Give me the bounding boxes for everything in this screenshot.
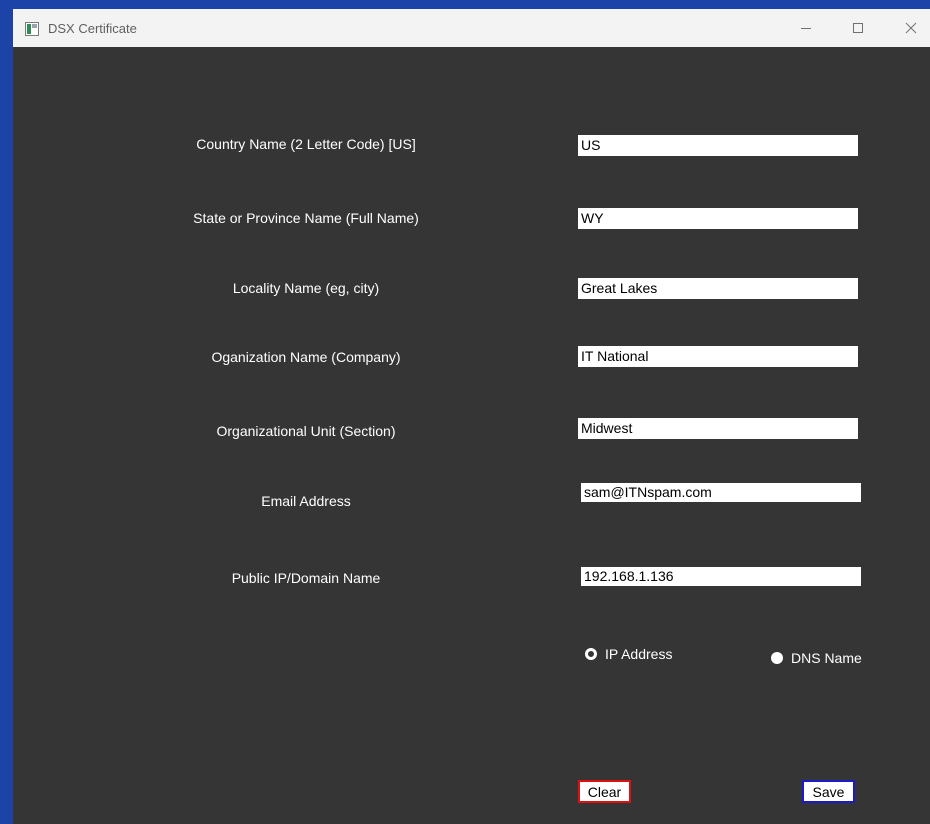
radio-ip-address-label: IP Address [605,646,673,662]
minimize-button[interactable] [783,9,829,47]
minimize-icon [800,22,812,34]
country-field[interactable] [578,135,858,156]
dsx-certificate-window: DSX Certificate Country Name (2 Letter C… [13,9,930,824]
window-frame-left [0,0,13,824]
organizational-unit-field[interactable] [578,418,858,439]
form-panel: Country Name (2 Letter Code) [US] State … [13,47,930,824]
radio-ip-address[interactable]: IP Address [585,646,672,662]
organizational-unit-label: Organizational Unit (Section) [216,423,396,439]
save-button[interactable]: Save [802,780,855,803]
window-app-icon [25,21,39,36]
locality-label: Locality Name (eg, city) [232,280,380,296]
locality-field[interactable] [578,278,858,299]
title-bar[interactable]: DSX Certificate [13,9,930,47]
email-label: Email Address [261,493,351,509]
public-ip-field[interactable] [581,567,861,586]
window-frame-top [0,0,930,9]
radio-checked-icon [585,648,597,660]
window-title: DSX Certificate [48,21,137,36]
maximize-icon [852,22,864,34]
email-field[interactable] [581,483,861,502]
organization-label: Oganization Name (Company) [211,349,401,365]
close-icon [905,22,917,34]
radio-dns-name-label: DNS Name [791,650,862,666]
public-ip-label: Public IP/Domain Name [231,570,381,586]
maximize-button[interactable] [835,9,881,47]
radio-dns-name[interactable]: DNS Name [771,650,862,666]
country-label: Country Name (2 Letter Code) [US] [196,136,416,152]
state-field[interactable] [578,208,858,229]
organization-field[interactable] [578,346,858,367]
radio-unchecked-icon [771,652,783,664]
clear-button[interactable]: Clear [578,780,631,803]
close-button[interactable] [888,9,930,47]
state-label: State or Province Name (Full Name) [193,210,419,226]
